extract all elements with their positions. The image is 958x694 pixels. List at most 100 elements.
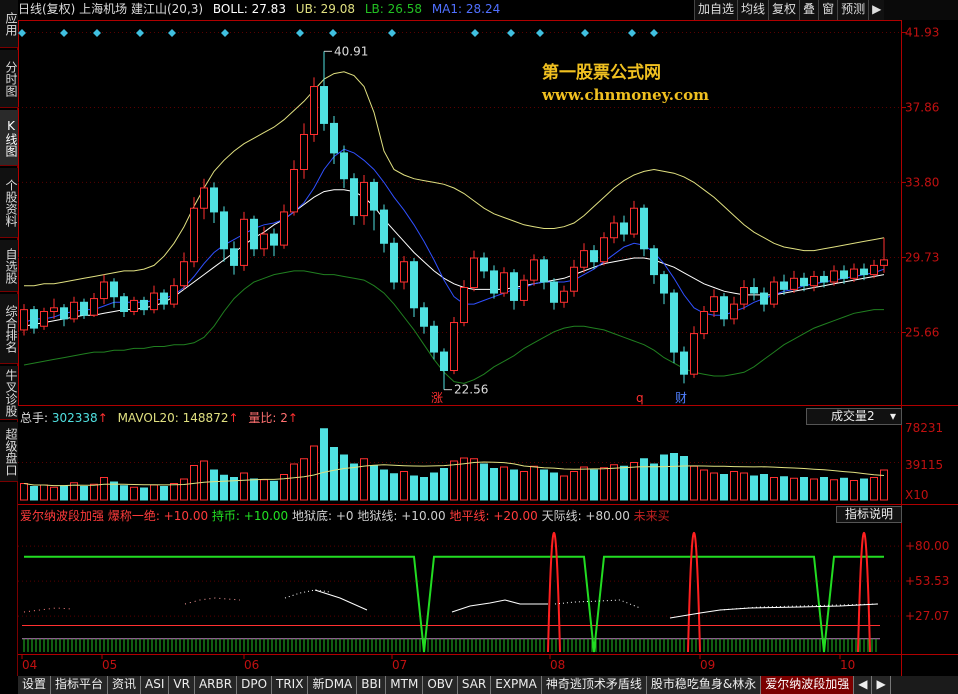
bottom-tab-14[interactable]: 神奇逃顶术矛盾线 [541, 676, 647, 694]
volume-indicator-select[interactable]: 成交量2 ▾ [806, 408, 902, 425]
dotted-trend [23, 607, 73, 613]
volume-bar [670, 453, 678, 501]
x-axis-label: 08 [550, 658, 565, 672]
bottom-tab-8[interactable]: 新DMA [308, 676, 358, 694]
candle-body [60, 307, 68, 320]
volume-bar [820, 477, 828, 501]
candle-body [570, 266, 578, 292]
volume-bar [120, 485, 128, 501]
volume-bar [360, 458, 368, 501]
candle-body [80, 301, 88, 316]
boll-upper-line [24, 71, 885, 287]
volume-bar [300, 458, 308, 501]
volume-bar [530, 465, 538, 501]
bottom-tab-18[interactable]: ▶ [872, 676, 891, 694]
candle-body [350, 178, 358, 217]
indicator-value-2: 地狱底: +0 [292, 509, 358, 523]
candle-body [280, 211, 288, 246]
candle-body [210, 187, 218, 213]
x-axis-label: 06 [244, 658, 259, 672]
zongshou-value: 302338 [51, 411, 98, 425]
indicator-help-button[interactable]: 指标说明 [836, 506, 902, 523]
candle-body [750, 287, 758, 294]
volume-bar [780, 476, 788, 501]
diamond-marker-icon [329, 29, 337, 37]
candle-body [340, 152, 348, 180]
candle-body [430, 325, 438, 353]
candle-body [730, 303, 738, 320]
candle-body [20, 309, 28, 331]
diamond-marker-icon [650, 29, 658, 37]
candle-body [140, 299, 148, 311]
volume-bar [720, 474, 728, 501]
volume-bar [180, 478, 188, 501]
volume-bar [880, 469, 888, 501]
candle-body [540, 259, 548, 283]
indicator-value-4: 地平线: +20.00 [449, 509, 542, 523]
chart-canvas: 41.93 37.86 33.80 29.73 25.66 40.91 22.56 涨 q 财 78… [18, 20, 958, 676]
volume-bar [660, 454, 668, 501]
diamond-marker-icon [581, 29, 589, 37]
green-signal-line [24, 555, 884, 653]
bottom-tab-5[interactable]: ARBR [194, 676, 238, 694]
white-trend [451, 599, 548, 613]
volume-bar [380, 469, 388, 501]
diamond-marker-icon [507, 29, 515, 37]
up-arrow-icon: ↑ [97, 411, 108, 425]
indicator-axis-label: +27.07 [905, 609, 949, 623]
candle-body [680, 351, 688, 375]
bottom-tab-15[interactable]: 股市稳吃鱼身&林永 [646, 676, 762, 694]
volume-bar [290, 463, 298, 501]
bottom-tab-6[interactable]: DPO [237, 676, 273, 694]
watermark-title: 第一股票公式网 [542, 63, 661, 83]
candle-body [830, 270, 838, 283]
bottom-tab-3[interactable]: ASI [141, 676, 170, 694]
volume-bar [740, 472, 748, 501]
bottom-tab-9[interactable]: BBI [357, 676, 387, 694]
candle-body [180, 261, 188, 287]
bottom-tab-1[interactable]: 指标平台 [51, 676, 109, 694]
volume-bar [510, 469, 518, 501]
bottom-tab-4[interactable]: VR [169, 676, 195, 694]
volume-bar [390, 473, 398, 501]
volume-bar [800, 477, 808, 501]
volume-bar [570, 471, 578, 501]
bottom-tab-12[interactable]: SAR [457, 676, 492, 694]
red-spike-line [547, 531, 561, 653]
candle-body [470, 257, 478, 289]
diamond-marker-icon [60, 29, 68, 37]
volume-bar [260, 479, 268, 501]
volume-axis-mid: 39115 [905, 458, 943, 472]
x-axis-label: 10 [840, 658, 855, 672]
candle-body [390, 242, 398, 283]
candle-body [610, 222, 618, 239]
bottom-tab-7[interactable]: TRIX [272, 676, 309, 694]
volume-axis-unit: X10 [905, 488, 929, 502]
candle-body [600, 237, 608, 263]
zongshou-label: 总手: [20, 411, 49, 425]
bottom-tab-0[interactable]: 设置 [18, 676, 52, 694]
candle-body [260, 233, 268, 250]
bottom-tab-10[interactable]: MTM [386, 676, 424, 694]
bottom-indicator-tabs: 设置 指标平台 资讯 ASI VR ARBR DPO TRIX 新DMA BBI MTM OBV SAR… [18, 676, 958, 694]
candle-body [490, 270, 498, 294]
volume-bar [90, 483, 98, 501]
volume-bar [790, 477, 798, 501]
bottom-tab-2[interactable]: 资讯 [108, 676, 142, 694]
price-axis-label: 41.93 [905, 26, 939, 40]
volume-bar [240, 472, 248, 501]
volume-bar [620, 465, 628, 501]
bottom-tab-13[interactable]: EXPMA [491, 676, 542, 694]
candle-body [370, 181, 378, 211]
candle-body [420, 307, 428, 327]
bottom-tab-16[interactable]: 爱尔纳波段加强 [761, 676, 855, 694]
volume-bar [520, 471, 528, 501]
volume-bar [160, 486, 168, 501]
mavol-value: 148872 [182, 411, 229, 425]
white-trend [314, 589, 368, 611]
bottom-tab-17[interactable]: ◀ [854, 676, 873, 694]
candle-body [510, 272, 518, 301]
bottom-tab-11[interactable]: OBV [423, 676, 458, 694]
volume-bar [640, 458, 648, 501]
diamond-marker-icon [628, 29, 636, 37]
